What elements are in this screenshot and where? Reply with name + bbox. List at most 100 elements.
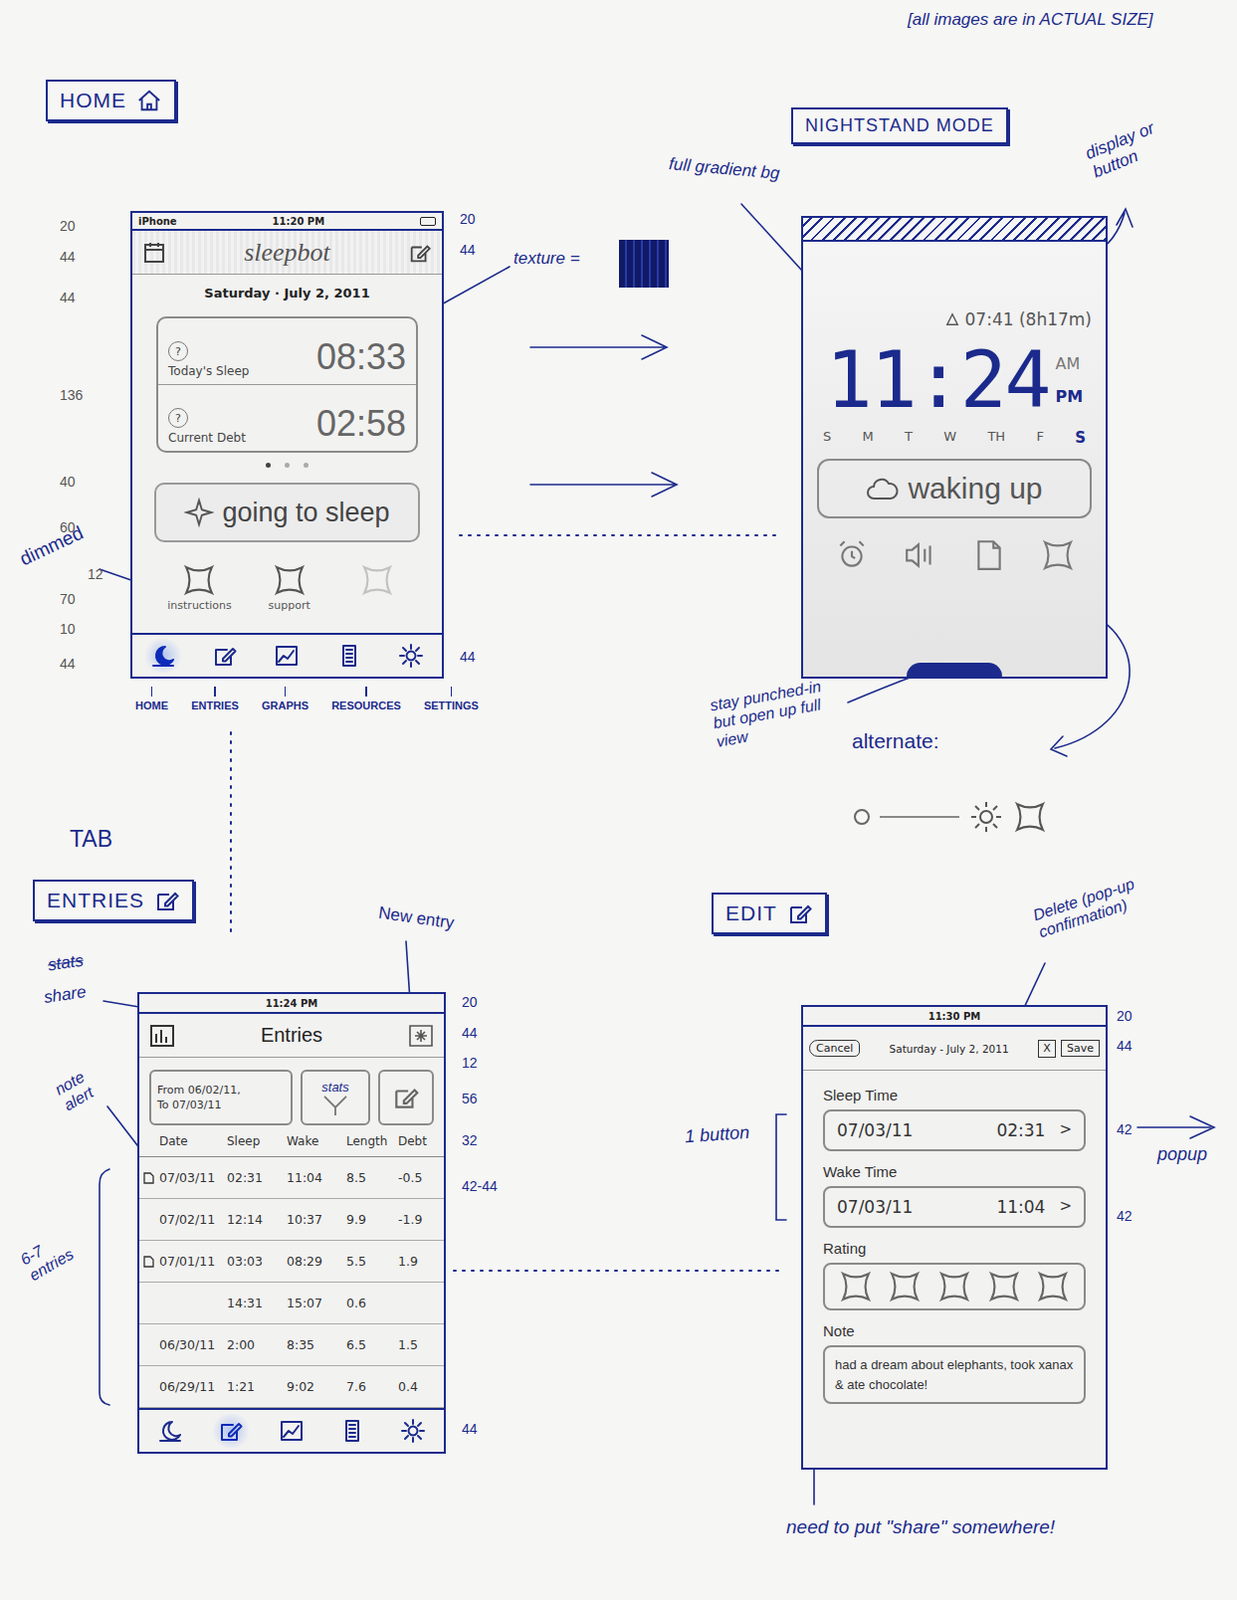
column-header: Debt: [398, 1134, 440, 1149]
control-row: [817, 538, 1092, 573]
tab-button[interactable]: [265, 638, 308, 673]
measure-label: 12: [87, 566, 104, 583]
shortcut[interactable]: [347, 563, 408, 613]
edit-icon[interactable]: [408, 240, 432, 265]
page-dot[interactable]: [284, 462, 290, 468]
gear-icon: [398, 642, 424, 669]
column-header: Length: [346, 1134, 397, 1149]
measure-label: 42: [1116, 1208, 1133, 1225]
table-row[interactable]: 07/03/1102:3111:048.5-0.5: [139, 1157, 444, 1200]
square-icon[interactable]: [1040, 538, 1075, 573]
tab-button[interactable]: [392, 1414, 434, 1448]
house-icon: [136, 87, 163, 114]
stats-button[interactable]: stats: [300, 1069, 371, 1126]
edit-icon: [211, 642, 238, 669]
shortcut-icon: [360, 563, 395, 598]
cloud-icon: [865, 473, 900, 504]
circle-icon[interactable]: [853, 809, 870, 825]
stat-label: Today's Sleep: [168, 364, 249, 379]
note-field[interactable]: had a dream about elephants, took xanax …: [823, 1345, 1086, 1405]
cancel-button[interactable]: Cancel: [809, 1039, 860, 1057]
field-label: Note: [823, 1322, 1086, 1340]
graph-icon: [273, 642, 300, 669]
export-button[interactable]: [378, 1069, 434, 1126]
stat-value: 02:58: [316, 403, 407, 445]
note-alert-icon: [143, 1255, 155, 1268]
section-heading: NIGHTSTAND MODE: [791, 107, 1009, 145]
stat-value: 08:33: [316, 336, 407, 379]
tab-button[interactable]: [149, 1414, 192, 1448]
tab-label-note: RESOURCES: [331, 686, 402, 712]
measure-label: 42-44: [461, 1178, 498, 1195]
edit-icon: [787, 900, 814, 927]
date-range-button[interactable]: From 06/02/11,To 07/03/11: [149, 1069, 293, 1126]
weekday: M: [862, 428, 874, 447]
tab-button[interactable]: [331, 1414, 374, 1448]
list-icon: [336, 642, 363, 669]
calendar-icon[interactable]: [142, 240, 167, 265]
weekday: S: [1074, 428, 1086, 447]
tab-button[interactable]: [204, 638, 246, 673]
field-label: Wake Time: [823, 1163, 1086, 1181]
rating-star-icon[interactable]: [887, 1269, 922, 1304]
column-header: Date: [159, 1134, 225, 1149]
weekday: F: [1035, 428, 1043, 447]
tab-button[interactable]: [270, 1414, 313, 1448]
clock: 11:20 PM: [272, 215, 326, 227]
rating-star-icon[interactable]: [1035, 1269, 1070, 1304]
toolbar: From 06/02/11,To 07/03/11stats: [139, 1069, 444, 1126]
section-heading: ENTRIES: [32, 879, 195, 922]
alarm-icon: [945, 312, 960, 327]
export-icon: [392, 1083, 420, 1112]
help-button[interactable]: ?: [168, 408, 189, 428]
going-to-sleep-button[interactable]: going to sleep: [154, 482, 420, 543]
shortcut[interactable]: instructions: [167, 563, 231, 613]
drawer-handle[interactable]: [906, 662, 1003, 677]
time-field[interactable]: 07/03/1111:04>: [823, 1186, 1086, 1229]
section-heading: EDIT: [711, 892, 827, 935]
measure-label: 44: [1116, 1037, 1133, 1054]
help-button[interactable]: ?: [168, 341, 189, 362]
sun-icon[interactable]: [969, 800, 1004, 834]
tab-button[interactable]: [142, 638, 185, 673]
new-entry-icon[interactable]: [408, 1023, 434, 1049]
graph-icon: [278, 1418, 305, 1444]
alternate-note: alternate:: [851, 729, 940, 754]
share-icon[interactable]: [149, 1023, 176, 1049]
tab-button[interactable]: [390, 638, 432, 673]
delete-button[interactable]: X: [1037, 1039, 1056, 1058]
save-button[interactable]: Save: [1060, 1039, 1100, 1057]
table-row[interactable]: 07/01/1103:0308:295.51.9: [139, 1240, 444, 1283]
sparkle-icon: [184, 497, 214, 528]
table-row[interactable]: 14:3115:070.6: [139, 1282, 444, 1325]
clock-time: 11:24: [825, 341, 1050, 419]
column-header: Wake: [286, 1134, 345, 1149]
rating-star-icon[interactable]: [937, 1269, 972, 1304]
waking-up-button[interactable]: waking up: [817, 458, 1092, 519]
moon-icon: [150, 642, 177, 669]
note-icon[interactable]: [972, 538, 1007, 573]
table-row[interactable]: 06/30/112:008:356.51.5: [139, 1324, 444, 1367]
page-dot[interactable]: [303, 462, 309, 468]
tab-button[interactable]: [328, 638, 371, 673]
tab-bar: [139, 1408, 444, 1452]
measure-label: 42: [1116, 1121, 1133, 1138]
status-display[interactable]: [803, 217, 1106, 242]
rating-star-icon[interactable]: [838, 1269, 873, 1304]
page-dot[interactable]: [265, 462, 271, 468]
table-row[interactable]: 07/02/1112:1410:379.9-1.9: [139, 1199, 444, 1241]
tab-button[interactable]: [209, 1414, 252, 1448]
volume-icon[interactable]: [903, 538, 938, 573]
alarm-clock-icon[interactable]: [834, 538, 869, 573]
table-row[interactable]: 06/29/111:219:027.60.4: [139, 1366, 444, 1409]
measure-label: 70: [59, 591, 76, 608]
square-icon[interactable]: [1013, 800, 1047, 834]
shortcut[interactable]: support: [259, 563, 320, 613]
measure-label: 20: [59, 217, 76, 234]
punched-note: stay punched-in but open up full view: [708, 676, 834, 752]
texture-note: texture =: [513, 248, 581, 269]
time-field[interactable]: 07/03/1102:31>: [823, 1109, 1086, 1152]
measure-label: 20: [459, 210, 476, 227]
rating-star-icon[interactable]: [987, 1269, 1022, 1304]
tab-label-notes: HOMEENTRIESGRAPHSRESOURCESSETTINGS: [135, 686, 479, 712]
